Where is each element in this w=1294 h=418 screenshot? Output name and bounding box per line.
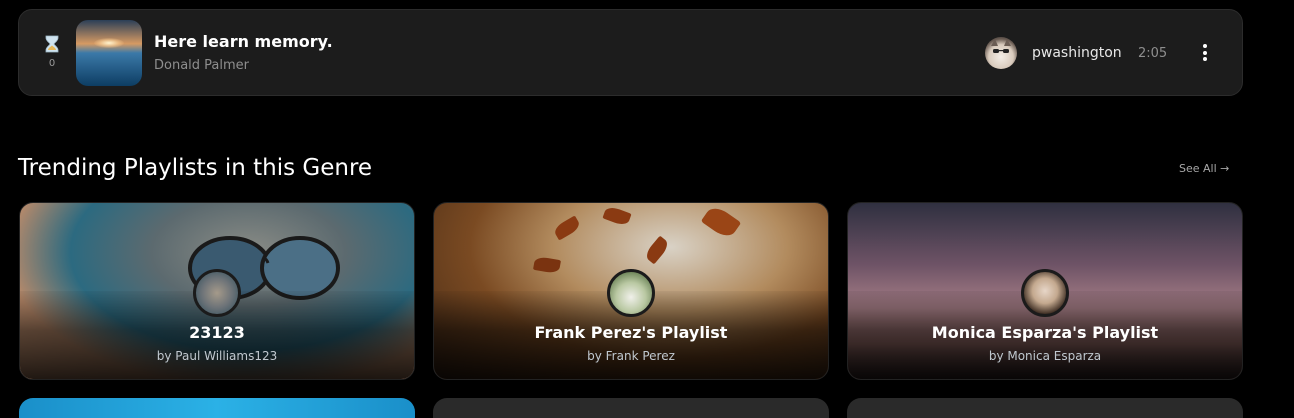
playlist-card[interactable]: Frank Perez's Playlist by Frank Perez [433, 202, 829, 380]
track-artist[interactable]: Donald Palmer [154, 58, 249, 73]
playlist-name[interactable]: Frank Perez's Playlist [434, 323, 828, 342]
dot [1203, 50, 1207, 55]
playlist-owner[interactable]: by Paul Williams123 [20, 349, 414, 363]
leaf-image [552, 215, 582, 241]
avatar [1021, 269, 1069, 317]
dot [1203, 57, 1207, 61]
track-title[interactable]: Here learn memory. [154, 32, 333, 51]
dot [1203, 44, 1207, 48]
leaf-image [532, 255, 562, 275]
leaf-image [643, 235, 671, 265]
playlist-card[interactable] [19, 398, 415, 418]
playlist-card[interactable] [433, 398, 829, 418]
avatar [607, 269, 655, 317]
now-playing-bar: 0 Here learn memory. Donald Palmer pwash… [18, 9, 1243, 96]
section-title: Trending Playlists in this Genre [18, 155, 373, 181]
username[interactable]: pwashington [1032, 45, 1122, 61]
playlist-name[interactable]: 23123 [20, 323, 414, 342]
cat-avatar-icon [991, 39, 1011, 53]
playlist-owner[interactable]: by Frank Perez [434, 349, 828, 363]
avatar[interactable] [985, 37, 1017, 69]
leaf-image [700, 203, 742, 241]
avatar [193, 269, 241, 317]
playlist-name[interactable]: Monica Esparza's Playlist [848, 323, 1242, 342]
playlist-owner[interactable]: by Monica Esparza [848, 349, 1242, 363]
more-options-button[interactable] [1195, 44, 1215, 64]
track-duration: 2:05 [1138, 46, 1168, 61]
see-all-link[interactable]: See All → [1179, 162, 1229, 175]
playlist-card[interactable]: 23123 by Paul Williams123 [19, 202, 415, 380]
playlist-card[interactable]: Monica Esparza's Playlist by Monica Espa… [847, 202, 1243, 380]
hourglass-icon [45, 35, 59, 53]
track-cover-art[interactable] [76, 20, 142, 86]
rank-indicator: 0 [42, 35, 62, 69]
leaf-image [602, 204, 632, 228]
playlist-card[interactable] [847, 398, 1243, 418]
rank-number: 0 [48, 58, 56, 69]
